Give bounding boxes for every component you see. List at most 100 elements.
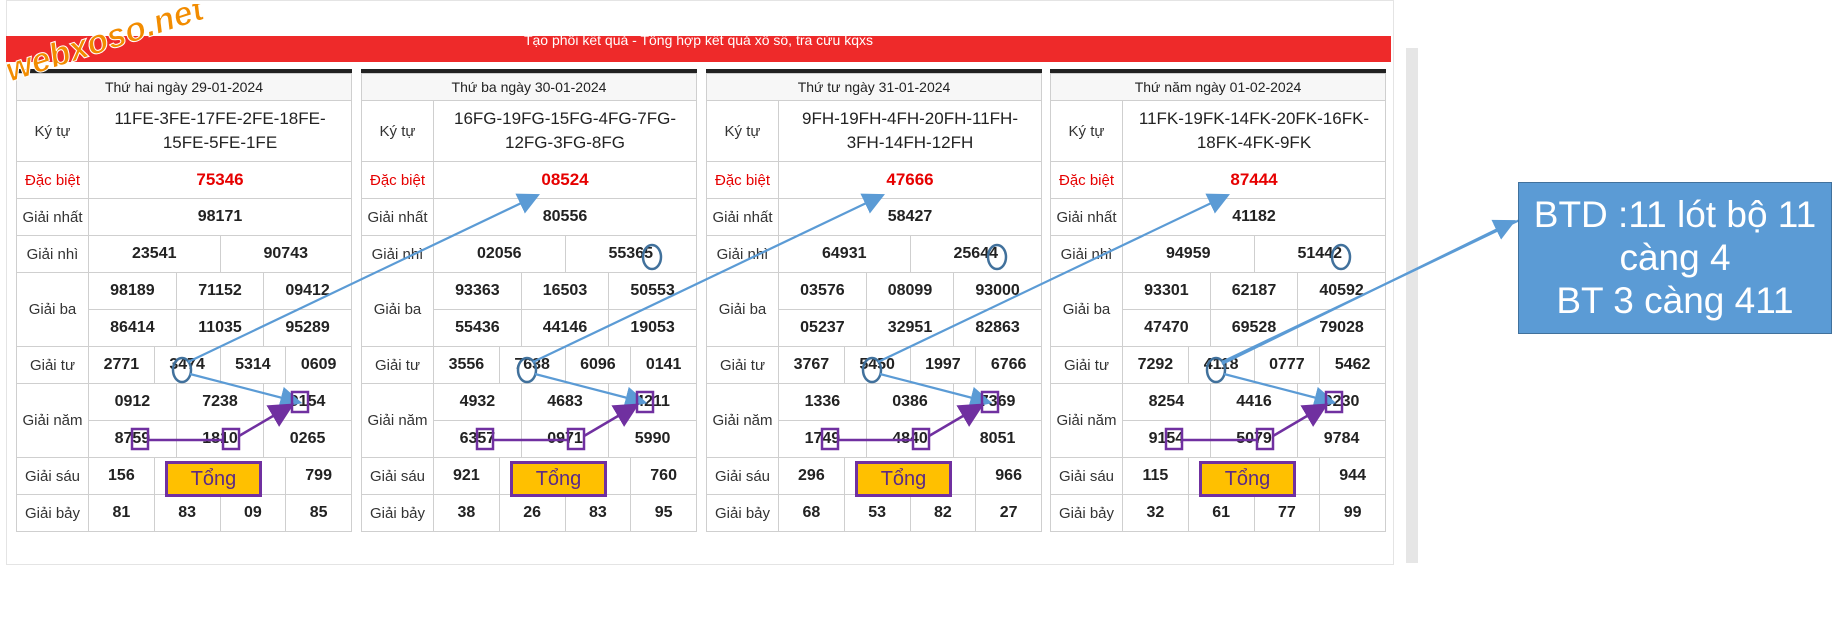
giai-sau-value: 921 <box>433 457 500 495</box>
giai-ba-value: 32951 <box>866 309 955 346</box>
giai-nam-value: 9154 <box>263 384 351 421</box>
giai-tu-value: 5314 <box>219 346 287 384</box>
label-ky-tu: Ký tự <box>1050 100 1123 162</box>
giai-ba-value: 95289 <box>285 319 330 336</box>
giai-tu-value: 7292 <box>1122 346 1189 384</box>
label-giai-bay: Giải bảy <box>16 494 89 532</box>
giai-nam-value: 0912 <box>89 384 177 421</box>
giai-ba-value: 50553 <box>608 273 696 310</box>
giai-bay-value: 68 <box>778 494 845 532</box>
label-giai-tu: Giải tư <box>361 346 434 384</box>
label-giai-nhi: Giải nhì <box>1050 235 1123 273</box>
giai-tu-value: 0609 <box>285 346 352 384</box>
giai-ba-value: 93363 <box>434 273 522 310</box>
label-giai-bay: Giải bảy <box>1050 494 1123 532</box>
ky-tu-value: 9FH-19FH-4FH-20FH-11FH- 3FH-14FH-12FH <box>778 100 1042 162</box>
giai-sau-value: 115 <box>1122 457 1189 495</box>
giai-bay-value: 32 <box>1122 494 1189 532</box>
giai-nam-value: 8759 <box>89 420 177 457</box>
ky-tu-line-1: 9FH-19FH-4FH-20FH-11FH- <box>802 109 1018 128</box>
label-giai-bay: Giải bảy <box>706 494 779 532</box>
giai-bay-value: 83 <box>153 494 221 532</box>
giai-nam-value: 1336 <box>779 384 867 421</box>
label-dac-biet: Đặc biệt <box>706 161 779 199</box>
label-giai-tu: Giải tư <box>16 346 89 384</box>
giai-ba-value: 55436 <box>434 309 522 346</box>
giai-nam-value: 8051 <box>979 430 1016 447</box>
table-date: Thứ tư ngày 31-01-2024 <box>706 73 1042 101</box>
ky-tu-value: 11FE-3FE-17FE-2FE-18FE- 15FE-5FE-1FE <box>88 100 352 162</box>
callout-box: BTD :11 lót bộ 11 càng 4 BT 3 càng 411 <box>1518 182 1832 334</box>
table-date: Thứ năm ngày 01-02-2024 <box>1050 73 1386 101</box>
giai-ba-grid: 93363 16503 50553 55436 44146 19053 <box>433 272 697 347</box>
ky-tu-value: 11FK-19FK-14FK-20FK-16FK- 18FK-4FK-9FK <box>1122 100 1386 162</box>
giai-nam-value: 9154 <box>1123 420 1211 457</box>
giai-sau-value: 966 <box>975 457 1042 495</box>
giai-nhi-value: 64931 <box>778 235 911 273</box>
giai-nam-value: 1810 <box>176 420 265 457</box>
label-dac-biet: Đặc biệt <box>16 161 89 199</box>
giai-sau-value: 156 <box>88 457 155 495</box>
giai-nam-value: 5079 <box>1210 420 1299 457</box>
giai-tu-value: 1997 <box>909 346 977 384</box>
giai-nam-grid: 4932 4683 4211 6357 0971 5990 <box>433 383 697 458</box>
giai-bay-value: 77 <box>1253 494 1321 532</box>
giai-ba-grid: 03576 08099 93000 05237 32951 82863 <box>778 272 1042 347</box>
table-date: Thứ ba ngày 30-01-2024 <box>361 73 697 101</box>
site-logo[interactable]: webxoso.net <box>2 4 222 94</box>
giai-ba-value: 09412 <box>263 273 351 310</box>
label-giai-sau: Giải sáu <box>16 457 89 495</box>
giai-nhat-value: 98171 <box>88 198 352 236</box>
giai-ba-value: 98189 <box>89 273 177 310</box>
giai-nhi-value: 94959 <box>1122 235 1255 273</box>
giai-ba-grid: 93301 62187 40592 47470 69528 79028 <box>1122 272 1386 347</box>
giai-tu-value: 7638 <box>498 346 566 384</box>
dac-biet-value: 75346 <box>88 161 352 199</box>
giai-bay-value: 81 <box>88 494 155 532</box>
giai-bay-value: 09 <box>219 494 287 532</box>
scrollbar[interactable] <box>1406 48 1418 563</box>
ky-tu-line-2: 3FH-14FH-12FH <box>846 133 974 152</box>
tong-highlight-box: Tổng <box>510 461 607 497</box>
label-giai-ba: Giải ba <box>361 272 434 347</box>
giai-sau-value: 296 <box>778 457 845 495</box>
giai-tu-value: 5462 <box>1319 346 1386 384</box>
label-ky-tu: Ký tự <box>706 100 779 162</box>
label-giai-ba: Giải ba <box>1050 272 1123 347</box>
giai-ba-value: 03576 <box>779 273 867 310</box>
giai-ba-value: 19053 <box>630 319 675 336</box>
giai-bay-value: 85 <box>285 494 352 532</box>
ky-tu-line-1: 11FK-19FK-14FK-20FK-16FK- <box>1138 109 1370 128</box>
giai-nam-value: 4416 <box>1210 384 1299 421</box>
callout-line-2: càng 4 <box>1619 237 1731 278</box>
giai-tu-value: 0777 <box>1253 346 1321 384</box>
giai-tu-value: 6096 <box>564 346 632 384</box>
giai-bay-value: 38 <box>433 494 500 532</box>
giai-ba-value: 71152 <box>176 273 265 310</box>
label-giai-bay: Giải bảy <box>361 494 434 532</box>
callout-line-1: BTD :11 lót bộ 11 <box>1533 194 1817 235</box>
label-dac-biet: Đặc biệt <box>361 161 434 199</box>
label-giai-nhi: Giải nhì <box>361 235 434 273</box>
label-giai-nhat: Giải nhất <box>706 198 779 236</box>
giai-bay-value: 53 <box>843 494 911 532</box>
giai-ba-value: 16503 <box>521 273 610 310</box>
giai-tu-value: 3767 <box>778 346 845 384</box>
giai-bay-value: 61 <box>1187 494 1255 532</box>
label-giai-tu: Giải tư <box>1050 346 1123 384</box>
giai-nam-value: 9784 <box>1323 430 1360 447</box>
label-giai-ba: Giải ba <box>16 272 89 347</box>
giai-ba-value: 40592 <box>1297 273 1385 310</box>
dac-biet-value: 87444 <box>1122 161 1386 199</box>
giai-ba-value: 93000 <box>953 273 1041 310</box>
giai-nam-value: 7369 <box>953 384 1041 421</box>
giai-nam-value: 5990 <box>634 430 671 447</box>
giai-ba-value: 86414 <box>89 309 177 346</box>
label-giai-sau: Giải sáu <box>1050 457 1123 495</box>
tong-highlight-box: Tổng <box>165 461 262 497</box>
tong-highlight-box: Tổng <box>855 461 952 497</box>
label-giai-nam: Giải năm <box>16 383 89 458</box>
giai-ba-value: 79028 <box>1319 319 1364 336</box>
label-dac-biet: Đặc biệt <box>1050 161 1123 199</box>
giai-ba-value: 82863 <box>975 319 1020 336</box>
